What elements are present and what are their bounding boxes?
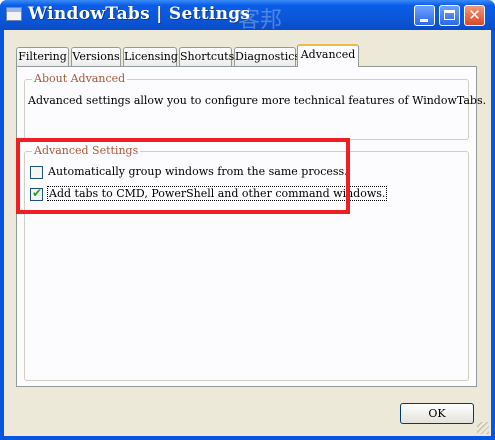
tab-advanced[interactable]: Advanced	[297, 44, 359, 67]
tab-label: Diagnostics	[235, 50, 301, 63]
tab-label: Advanced	[300, 48, 356, 61]
close-button[interactable]: ✕	[464, 5, 485, 26]
tab-shortcuts[interactable]: Shortcuts	[179, 47, 235, 66]
about-advanced-title: About Advanced	[32, 72, 128, 85]
window-title: WindowTabs | Settings	[28, 4, 251, 24]
maximize-button[interactable]	[439, 5, 460, 26]
about-advanced-description: Advanced settings allow you to configure…	[28, 94, 487, 107]
window-app-icon	[6, 7, 22, 21]
tab-label: Versions	[72, 50, 120, 63]
minimize-button[interactable]	[414, 5, 435, 26]
resize-grip[interactable]	[477, 422, 489, 434]
tab-label: Filtering	[18, 50, 67, 63]
tab-filtering[interactable]: Filtering	[16, 47, 69, 66]
tab-diagnostics[interactable]: Diagnostics	[234, 47, 300, 66]
title-bar[interactable]: WindowTabs | Settings 客邦 ✕	[0, 0, 495, 33]
minimize-icon	[420, 19, 428, 22]
ok-button[interactable]: OK	[400, 403, 474, 424]
tab-label: Licensing	[124, 50, 178, 63]
tab-label: Shortcuts	[180, 50, 235, 63]
about-advanced-group: About Advanced Advanced settings allow y…	[24, 72, 486, 140]
tab-versions[interactable]: Versions	[71, 47, 121, 66]
advanced-tab-panel: About Advanced Advanced settings allow y…	[16, 66, 486, 387]
maximize-icon	[444, 10, 455, 20]
red-highlight-box	[16, 138, 350, 214]
close-icon: ✕	[468, 6, 481, 24]
dialog-client-area: Filtering Versions Licensing Shortcuts D…	[4, 30, 491, 436]
settings-window: WindowTabs | Settings 客邦 ✕ Filtering Ver…	[0, 0, 495, 440]
tab-licensing[interactable]: Licensing	[123, 47, 178, 66]
